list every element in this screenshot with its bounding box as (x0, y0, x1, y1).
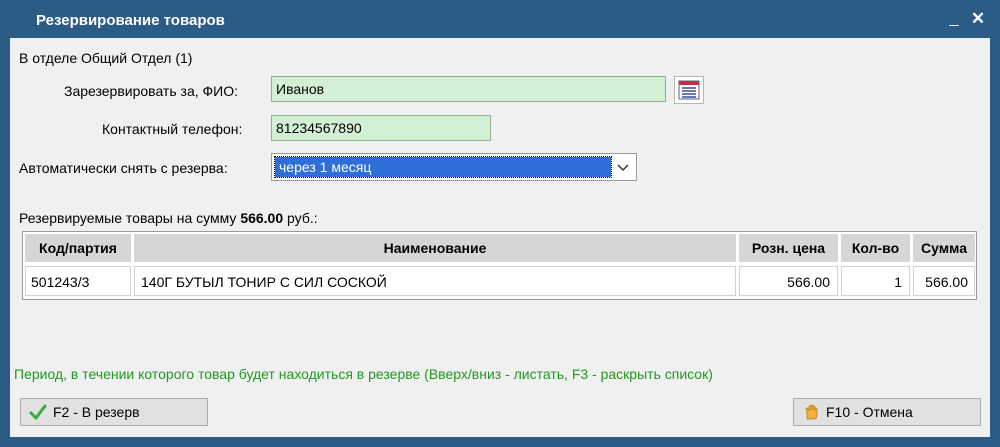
close-button[interactable]: ✕ (969, 8, 987, 30)
cancel-button-label: F10 - Отмена (826, 404, 913, 420)
table-cell-sum[interactable]: 566.00 (913, 266, 975, 296)
customer-list-button[interactable] (674, 76, 704, 104)
column-header-code[interactable]: Код/партия (25, 234, 131, 262)
column-header-name[interactable]: Наименование (134, 234, 736, 262)
auto-remove-select[interactable]: через 1 месяц (271, 153, 637, 181)
department-line: В отделе Общий Отдел (1) (19, 50, 193, 66)
hand-icon (805, 404, 818, 420)
summary-suffix: руб.: (287, 210, 318, 226)
column-header-sum[interactable]: Сумма (913, 234, 975, 262)
auto-remove-selected-value: через 1 месяц (274, 156, 612, 178)
window-title: Резервирование товаров (36, 12, 225, 29)
column-header-price[interactable]: Розн. цена (739, 234, 838, 262)
list-icon (678, 80, 700, 100)
reserve-for-label: Зарезервировать за, ФИО: (64, 83, 238, 99)
summary-line: Резервируемые товары на сумму 566.00 руб… (19, 210, 318, 226)
phone-field[interactable]: 81234567890 (271, 115, 491, 141)
column-header-quantity[interactable]: Кол-во (841, 234, 910, 262)
summary-prefix: Резервируемые товары на сумму (19, 210, 237, 226)
customer-name-field[interactable]: Иванов (271, 76, 666, 102)
cancel-button[interactable]: F10 - Отмена (793, 398, 981, 426)
table-cell-price[interactable]: 566.00 (739, 266, 838, 296)
items-table: Код/партия Наименование Розн. цена Кол-в… (22, 231, 977, 300)
checkmark-icon (29, 404, 47, 420)
phone-label: Контактный телефон: (102, 121, 243, 137)
chevron-down-icon[interactable] (614, 158, 632, 176)
reserve-button[interactable]: F2 - В резерв (20, 398, 208, 426)
title-bar[interactable]: Резервирование товаров _ ✕ (0, 0, 1000, 38)
minimize-button[interactable]: _ (947, 8, 961, 30)
reserve-button-label: F2 - В резерв (53, 404, 140, 420)
table-cell-code[interactable]: 501243/3 (25, 266, 131, 296)
summary-amount: 566.00 (240, 210, 284, 226)
dialog-body: В отделе Общий Отдел (1) Зарезервировать… (10, 38, 990, 437)
auto-remove-label: Автоматически снять с резерва: (19, 160, 228, 176)
status-hint: Период, в течении которого товар будет н… (14, 366, 713, 382)
reservation-window: Резервирование товаров _ ✕ В отделе Общи… (0, 0, 1000, 447)
table-cell-quantity[interactable]: 1 (841, 266, 910, 296)
table-cell-name[interactable]: 140Г БУТЫЛ ТОНИР С СИЛ СОСКОЙ (134, 266, 736, 296)
